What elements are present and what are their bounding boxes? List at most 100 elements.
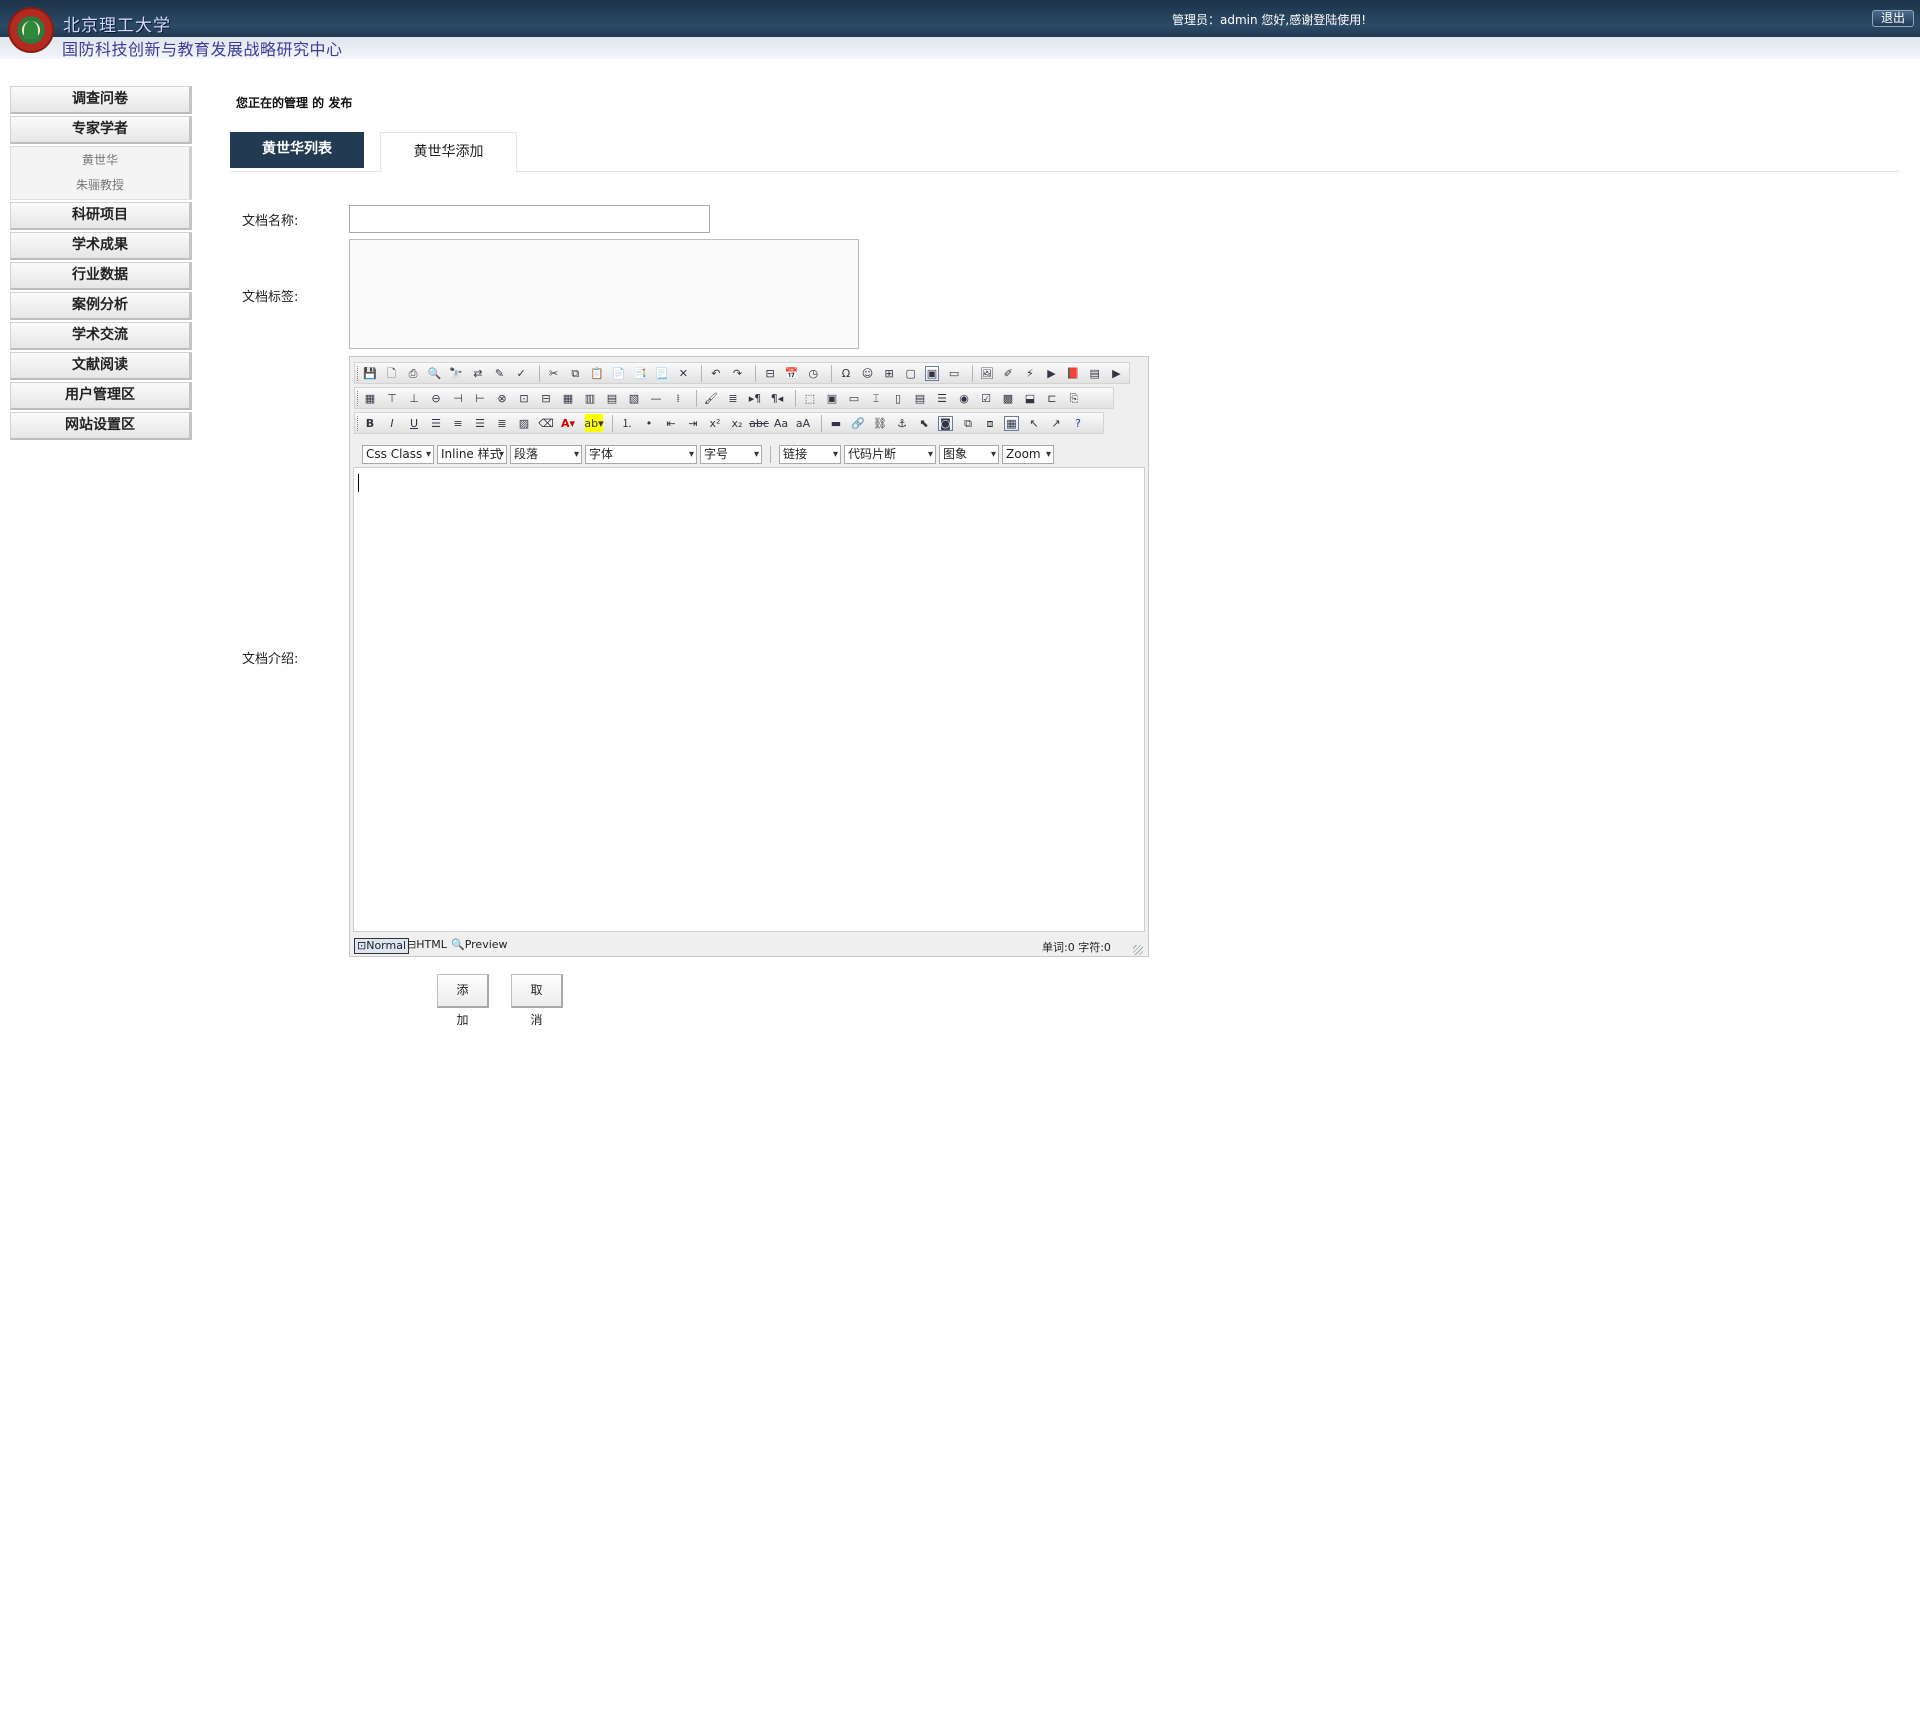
page-break-icon[interactable]: ⊟ <box>761 364 779 382</box>
lowercase-icon[interactable]: aA <box>794 414 812 432</box>
insert-column-right-icon[interactable]: ⊢ <box>471 389 489 407</box>
mode-html-tab[interactable]: ⊟HTML <box>405 938 449 954</box>
special-char-icon[interactable]: Ω <box>837 364 855 382</box>
preview-icon[interactable]: 🔍 <box>426 364 444 382</box>
sidebar-item-research-projects[interactable]: 科研项目 <box>10 202 192 230</box>
anchor-icon[interactable]: ⚓ <box>893 414 911 432</box>
find-icon[interactable]: 🔭 <box>447 364 465 382</box>
highlight-color-icon[interactable]: ab▾ <box>584 414 604 432</box>
editor-content-area[interactable] <box>353 467 1145 932</box>
table-props-icon[interactable]: ▥ <box>581 389 599 407</box>
mode-preview-tab[interactable]: 🔍Preview <box>449 938 510 954</box>
undo-icon[interactable]: ↶ <box>707 364 725 382</box>
textarea-icon[interactable]: ▤ <box>911 389 929 407</box>
unordered-list-icon[interactable]: • <box>640 414 658 432</box>
row-props-icon[interactable]: ▧ <box>625 389 643 407</box>
insert-table-icon[interactable]: ▦ <box>361 389 379 407</box>
fullscreen-icon[interactable]: ▣ <box>924 365 940 381</box>
sidebar-subitem-expert-1[interactable]: 黄世华 <box>11 148 189 173</box>
layer-icon[interactable]: ▭ <box>945 364 963 382</box>
new-document-icon[interactable]: 🗋 <box>383 364 401 382</box>
image-icon[interactable]: 🖼 <box>978 364 996 382</box>
font-color-icon[interactable]: A▾ <box>559 414 577 432</box>
cell-props-icon[interactable]: ▤ <box>603 389 621 407</box>
sidebar-item-survey[interactable]: 调查问卷 <box>10 86 192 114</box>
eraser-icon[interactable]: ⌫ <box>537 414 555 432</box>
superscript-icon[interactable]: x² <box>706 414 724 432</box>
copy-icon[interactable]: ⧉ <box>566 364 584 382</box>
insert-column-left-icon[interactable]: ⊣ <box>449 389 467 407</box>
iframe-icon[interactable]: ▭ <box>845 389 863 407</box>
submit-icon[interactable]: ⎘ <box>1065 389 1083 407</box>
rtl-icon[interactable]: ¶◂ <box>768 389 786 407</box>
sidebar-item-experts[interactable]: 专家学者 <box>10 116 192 144</box>
italic-icon[interactable]: I <box>383 414 401 432</box>
logout-button[interactable]: 退出 <box>1872 10 1914 27</box>
resize-grip-icon[interactable] <box>1133 945 1143 955</box>
delete-icon[interactable]: ✕ <box>675 364 693 382</box>
align-center-icon[interactable]: ≡ <box>449 414 467 432</box>
textbox-icon[interactable]: ⌶ <box>867 389 885 407</box>
font-size-select[interactable]: 字号 <box>700 444 762 464</box>
delete-column-icon[interactable]: ⊗ <box>493 389 511 407</box>
sidebar-subitem-expert-2[interactable]: 朱骊教授 <box>11 173 189 198</box>
clean-icon[interactable]: ✎ <box>491 364 509 382</box>
sidebar-item-user-management[interactable]: 用户管理区 <box>10 382 192 410</box>
css-class-select[interactable]: Css Class <box>362 444 434 464</box>
cancel-button[interactable]: 取 消 <box>511 974 563 1027</box>
checkbox-icon[interactable]: ☑ <box>977 389 995 407</box>
link-icon[interactable]: 🔗 <box>849 414 867 432</box>
sidebar-item-industry-data[interactable]: 行业数据 <box>10 262 192 290</box>
strikethrough-icon[interactable]: abc <box>749 414 769 432</box>
hidden-field-icon[interactable]: ▯ <box>889 389 907 407</box>
font-select[interactable]: 字体 <box>585 444 697 464</box>
align-left-icon[interactable]: ☰ <box>427 414 445 432</box>
radio-icon[interactable]: ◉ <box>955 389 973 407</box>
column-props-icon[interactable]: ⁞ <box>669 389 687 407</box>
sidebar-item-academic-results[interactable]: 学术成果 <box>10 232 192 260</box>
sidebar-item-literature[interactable]: 文献阅读 <box>10 352 192 380</box>
delete-row-icon[interactable]: ⊖ <box>427 389 445 407</box>
form-icon[interactable]: ⬚ <box>801 389 819 407</box>
align-right-icon[interactable]: ☰ <box>471 414 489 432</box>
zoom-select[interactable]: Zoom <box>1002 444 1054 464</box>
paste-html-icon[interactable]: 📃 <box>653 364 671 382</box>
image-edit-icon[interactable]: ✐ <box>999 364 1017 382</box>
insert-date-icon[interactable]: 📅 <box>783 364 801 382</box>
fieldset-icon[interactable]: ▣ <box>823 389 841 407</box>
emotion-icon[interactable]: ☺ <box>859 364 877 382</box>
format-painter-icon[interactable]: 🖌 <box>702 389 720 407</box>
paragraph-icon[interactable]: ≣ <box>724 389 742 407</box>
select-icon[interactable]: ↖ <box>1025 414 1043 432</box>
justify-icon[interactable]: ≣ <box>493 414 511 432</box>
add-button[interactable]: 添 加 <box>437 974 489 1027</box>
paste-text-icon[interactable]: 📄 <box>610 364 628 382</box>
paragraph-select[interactable]: 段落 <box>510 444 582 464</box>
image-button-icon[interactable]: ▩ <box>999 389 1017 407</box>
insert-box-icon[interactable]: ▢ <box>902 364 920 382</box>
bring-forward-icon[interactable]: ⧉ <box>959 414 977 432</box>
subscript-icon[interactable]: x₂ <box>728 414 746 432</box>
underline-icon[interactable]: U <box>405 414 423 432</box>
inline-style-select[interactable]: Inline 样式 <box>437 444 507 464</box>
spellcheck-icon[interactable]: ✓ <box>512 364 530 382</box>
replace-icon[interactable]: ⇄ <box>469 364 487 382</box>
help-icon[interactable]: ? <box>1069 414 1087 432</box>
template-icon[interactable]: ⊞ <box>880 364 898 382</box>
sidebar-item-academic-exchange[interactable]: 学术交流 <box>10 322 192 350</box>
paste-icon[interactable]: 📋 <box>588 364 606 382</box>
unlink-icon[interactable]: ⛓ <box>871 414 889 432</box>
show-borders-icon[interactable]: ▦ <box>1004 415 1019 431</box>
send-backward-icon[interactable]: ⧈ <box>981 414 999 432</box>
outdent-icon[interactable]: ⇤ <box>662 414 680 432</box>
select-parent-icon[interactable]: ↗ <box>1047 414 1065 432</box>
bold-icon[interactable]: B <box>361 414 379 432</box>
insert-row-below-icon[interactable]: ⊥ <box>405 389 423 407</box>
print-icon[interactable]: ⎙ <box>404 364 422 382</box>
document-name-input[interactable] <box>349 205 710 233</box>
select-all-icon[interactable]: ⬉ <box>915 414 933 432</box>
flash-icon[interactable]: ⚡ <box>1021 364 1039 382</box>
sidebar-item-case-analysis[interactable]: 案例分析 <box>10 292 192 320</box>
merge-cells-icon[interactable]: ⊡ <box>515 389 533 407</box>
listbox-icon[interactable]: ☰ <box>933 389 951 407</box>
